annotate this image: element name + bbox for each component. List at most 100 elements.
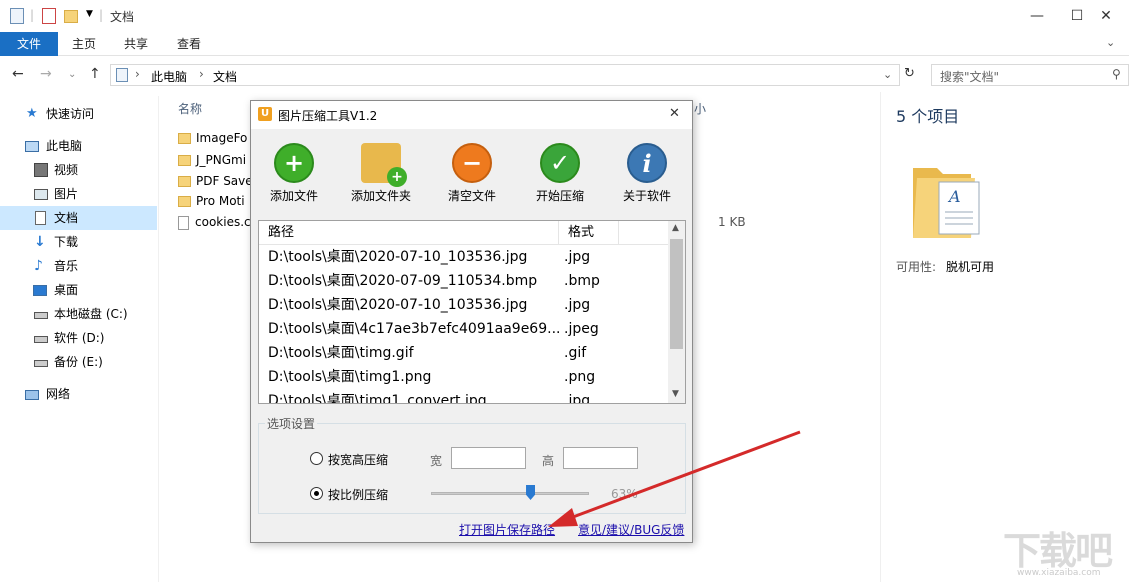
column-header-path[interactable]: 路径 <box>268 221 294 245</box>
properties-icon[interactable] <box>10 8 24 24</box>
list-item[interactable]: D:\tools\桌面\timg1.png .png <box>259 365 669 389</box>
sidebar-item-desktop[interactable]: 桌面 <box>0 278 157 302</box>
watermark-text: 下载吧 <box>1003 529 1113 573</box>
height-input[interactable] <box>563 447 638 469</box>
tab-file[interactable]: 文件 <box>0 32 58 56</box>
tab-view[interactable]: 查看 <box>169 32 209 56</box>
open-save-path-link[interactable]: 打开图片保存路径 <box>459 521 555 538</box>
computer-icon <box>25 141 39 152</box>
address-dropdown-icon[interactable]: ⌄ <box>883 68 892 81</box>
file-list[interactable]: 路径 格式 D:\tools\桌面\2020-07-10_103536.jpg.… <box>258 220 686 404</box>
tab-share[interactable]: 共享 <box>116 32 156 56</box>
sidebar-item-network[interactable]: 网络 <box>0 382 157 406</box>
address-field[interactable]: › 此电脑 › 文档 ⌄ <box>110 64 900 86</box>
by-ratio-radio[interactable] <box>310 487 323 500</box>
sidebar-item-drive-d[interactable]: 软件 (D:) <box>0 326 157 350</box>
sidebar-item-label: 下载 <box>54 235 79 249</box>
list-item[interactable]: D:\tools\桌面\timg1_convert.jpg .jpg <box>259 389 669 403</box>
width-input[interactable] <box>451 447 526 469</box>
feedback-link[interactable]: 意见/建议/BUG反馈 <box>578 521 684 538</box>
sidebar-item-this-pc[interactable]: 此电脑 <box>0 134 157 158</box>
folder-icon <box>178 133 191 144</box>
sidebar-item-label: 音乐 <box>54 259 79 273</box>
customize-dropdown-icon[interactable]: ▼ <box>86 9 93 19</box>
sidebar-item-drive-c[interactable]: 本地磁盘 (C:) <box>0 302 157 326</box>
sidebar-item-label: 此电脑 <box>46 139 83 153</box>
scroll-down-icon[interactable]: ▼ <box>672 389 679 399</box>
refresh-icon[interactable]: ↻ <box>904 66 915 81</box>
sidebar-item-quick-access[interactable]: ★ 快速访问 <box>0 102 157 126</box>
column-divider <box>618 221 619 245</box>
address-location-icon <box>116 68 128 82</box>
sidebar-item-drive-e[interactable]: 备份 (E:) <box>0 350 157 374</box>
document-icon <box>35 211 46 225</box>
search-placeholder: 搜索"文档" <box>940 70 1000 84</box>
expand-ribbon-icon[interactable]: ⌄ <box>1106 36 1115 49</box>
dialog-close-button[interactable]: ✕ <box>669 106 680 121</box>
download-icon: ↓ <box>34 234 46 250</box>
list-item[interactable]: D:\tools\桌面\2020-07-10_103536.jpg .jpg <box>259 293 669 317</box>
file-row[interactable]: PDF Save <box>178 170 253 192</box>
list-item[interactable]: D:\tools\桌面\2020-07-09_110534.bmp .bmp <box>259 269 669 293</box>
ratio-slider-track[interactable] <box>431 492 589 495</box>
breadcrumb-documents[interactable]: 文档 <box>213 68 237 85</box>
start-compress-button[interactable]: ✓ 开始压缩 <box>520 143 600 204</box>
sidebar-item-label: 软件 (D:) <box>54 331 105 345</box>
tool-label: 开始压缩 <box>535 189 584 203</box>
details-pane: 5 个项目 A 可用性: 脱机可用 <box>880 92 1129 582</box>
close-window-button[interactable]: ✕ <box>1083 0 1129 32</box>
back-icon[interactable]: ← <box>12 66 24 82</box>
list-header: 路径 格式 <box>259 221 669 245</box>
by-size-label: 按宽高压缩 <box>328 453 389 467</box>
by-size-radio[interactable] <box>310 452 323 465</box>
breadcrumb-separator: › <box>199 67 204 81</box>
list-item[interactable]: D:\tools\桌面\4c17ae3b7efc4091aa9e69... .jp… <box>259 317 669 341</box>
sidebar-item-label: 视频 <box>54 163 79 177</box>
sidebar-item-pictures[interactable]: 图片 <box>0 182 157 206</box>
availability-value: 脱机可用 <box>946 260 995 274</box>
file-row[interactable]: ImageFo <box>178 127 247 149</box>
search-icon[interactable]: ⚲ <box>1112 67 1121 81</box>
list-item[interactable]: D:\tools\桌面\timg.gif .gif <box>259 341 669 365</box>
about-button[interactable]: i 关于软件 <box>607 143 687 204</box>
picture-icon <box>34 189 48 200</box>
sidebar-item-label: 网络 <box>46 387 71 401</box>
up-icon[interactable]: ↑ <box>89 66 101 82</box>
list-scrollbar[interactable]: ▲ ▼ <box>668 221 685 403</box>
drive-icon <box>34 336 48 343</box>
new-folder-icon[interactable] <box>64 10 78 23</box>
pane-divider <box>158 96 159 582</box>
file-name: J_PNGmi <box>196 153 247 167</box>
column-header-format[interactable]: 格式 <box>568 221 594 245</box>
scroll-up-icon[interactable]: ▲ <box>672 223 679 233</box>
file-name: cookies.c <box>195 215 251 229</box>
column-header-size[interactable]: 小 <box>694 100 706 117</box>
forward-icon[interactable]: → <box>40 66 52 82</box>
file-row[interactable]: Pro Moti <box>178 190 245 212</box>
add-folder-icon: + <box>361 143 407 187</box>
sidebar-item-downloads[interactable]: ↓ 下载 <box>0 230 157 254</box>
breadcrumb-this-pc[interactable]: 此电脑 <box>151 68 187 85</box>
file-row[interactable]: cookies.c <box>178 211 251 233</box>
list-item[interactable]: D:\tools\桌面\2020-07-10_103536.jpg .jpg <box>259 245 669 269</box>
checkmark-icon[interactable] <box>42 8 56 24</box>
sidebar-item-music[interactable]: ♪ 音乐 <box>0 254 157 278</box>
ratio-slider-thumb[interactable] <box>526 485 536 500</box>
add-folder-button[interactable]: + 添加文件夹 <box>341 143 421 204</box>
folder-icon <box>178 196 191 207</box>
clear-files-button[interactable]: − 清空文件 <box>432 143 512 204</box>
svg-text:A: A <box>947 187 961 206</box>
sidebar-item-documents[interactable]: 文档 <box>0 206 157 230</box>
add-file-button[interactable]: + 添加文件 <box>254 143 334 204</box>
desktop-icon <box>33 285 47 296</box>
tab-home[interactable]: 主页 <box>64 32 104 56</box>
folder-icon <box>178 176 191 187</box>
search-input[interactable]: 搜索"文档" ⚲ <box>931 64 1129 86</box>
sidebar-item-label: 快速访问 <box>46 107 95 121</box>
column-header-name[interactable]: 名称 <box>178 100 202 117</box>
file-row[interactable]: J_PNGmi <box>178 149 246 171</box>
sidebar-item-videos[interactable]: 视频 <box>0 158 157 182</box>
recent-dropdown-icon[interactable]: ⌄ <box>68 69 76 80</box>
scroll-thumb[interactable] <box>670 239 683 349</box>
start-icon: ✓ <box>540 143 580 183</box>
